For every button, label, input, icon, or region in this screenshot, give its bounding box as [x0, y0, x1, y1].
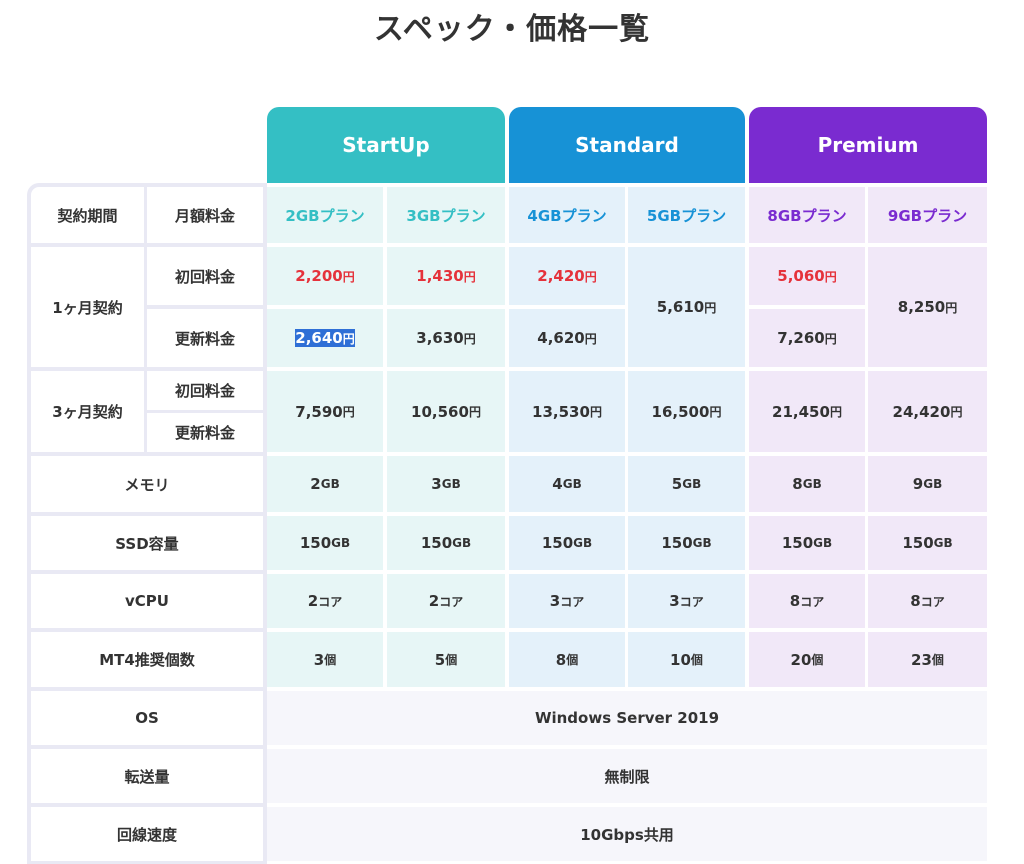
vcpu-label: vCPU [31, 574, 263, 628]
os-value: Windows Server 2019 [267, 691, 987, 745]
plan-header-premium: Premium [749, 107, 987, 183]
renewal-fee-label: 更新料金 [147, 309, 263, 367]
spec-cell: 2 コア [387, 574, 505, 628]
spec-cell: 5個 [387, 632, 505, 687]
spec-cell: 3 GB [387, 456, 505, 512]
renewal-fee-label: 更新料金 [147, 413, 263, 452]
spec-cell: 150 GB [267, 516, 383, 570]
transfer-value: 無制限 [267, 749, 987, 803]
spec-cell: 150 GB [509, 516, 625, 570]
mt4-label: MT4推奨個数 [31, 632, 263, 687]
price-cell: 2,640円 [267, 309, 383, 367]
price-cell: 4,620 円 [509, 309, 625, 367]
three-month-label: 3ヶ月契約 [31, 371, 144, 452]
plan-header-standard: Standard [509, 107, 745, 183]
transfer-label: 転送量 [31, 749, 263, 803]
selected-text: 2,640円 [295, 329, 355, 347]
spec-cell: 4 GB [509, 456, 625, 512]
plan-5gb: 5GBプラン [628, 187, 745, 243]
spec-cell: 23 個 [868, 632, 987, 687]
plan-3gb: 3GBプラン [387, 187, 505, 243]
spec-cell: 5 GB [628, 456, 745, 512]
spec-cell: 3個 [267, 632, 383, 687]
price-cell: 5,610 円 [628, 247, 745, 367]
one-month-label: 1ヶ月契約 [31, 247, 144, 367]
plan-name: Standard [575, 133, 679, 157]
page-title: スペック・価格一覧 [373, 12, 651, 47]
price-cell: 2,420 円 [509, 247, 625, 305]
initial-fee-label: 初回料金 [147, 247, 263, 305]
price-cell: 21,450 円 [749, 371, 865, 452]
price-cell: 2,200 円 [267, 247, 383, 305]
spec-cell: 8 コア [749, 574, 865, 628]
line-speed-value: 10Gbps共用 [267, 807, 987, 861]
spec-cell: 8 コア [868, 574, 987, 628]
monthly-fee-label: 月額料金 [147, 187, 263, 243]
price-cell: 7,260 円 [749, 309, 865, 367]
memory-label: メモリ [31, 456, 263, 512]
contract-period-label: 契約期間 [31, 187, 144, 243]
price-cell: 16,500 円 [628, 371, 745, 452]
spec-cell: 8個 [509, 632, 625, 687]
price-cell: 5,060 円 [749, 247, 865, 305]
price-cell: 10,560 円 [387, 371, 505, 452]
plan-name: Premium [817, 133, 919, 157]
line-speed-label: 回線速度 [31, 807, 263, 861]
plan-4gb: 4GBプラン [509, 187, 625, 243]
plan-9gb: 9GBプラン [868, 187, 987, 243]
plan-header-startup: StartUp [267, 107, 505, 183]
spec-cell: 150 GB [868, 516, 987, 570]
spec-cell: 2 コア [267, 574, 383, 628]
price-cell: 7,590 円 [267, 371, 383, 452]
price-cell: 3,630 円 [387, 309, 505, 367]
plan-2gb: 2GBプラン [267, 187, 383, 243]
spec-cell: 150 GB [628, 516, 745, 570]
initial-fee-label: 初回料金 [147, 371, 263, 410]
spec-cell: 20 個 [749, 632, 865, 687]
spec-cell: 150 GB [387, 516, 505, 570]
price-cell: 1,430 円 [387, 247, 505, 305]
spec-cell: 9 GB [868, 456, 987, 512]
plan-8gb: 8GBプラン [749, 187, 865, 243]
spec-cell: 10 個 [628, 632, 745, 687]
spec-cell: 2 GB [267, 456, 383, 512]
spec-cell: 3 コア [509, 574, 625, 628]
plan-name: StartUp [342, 133, 430, 157]
spec-cell: 150 GB [749, 516, 865, 570]
price-cell: 8,250 円 [868, 247, 987, 367]
price-cell: 24,420 円 [868, 371, 987, 452]
os-label: OS [31, 691, 263, 745]
spec-cell: 3 コア [628, 574, 745, 628]
spec-cell: 8 GB [749, 456, 865, 512]
price-cell: 13,530 円 [509, 371, 625, 452]
ssd-label: SSD容量 [31, 516, 263, 570]
